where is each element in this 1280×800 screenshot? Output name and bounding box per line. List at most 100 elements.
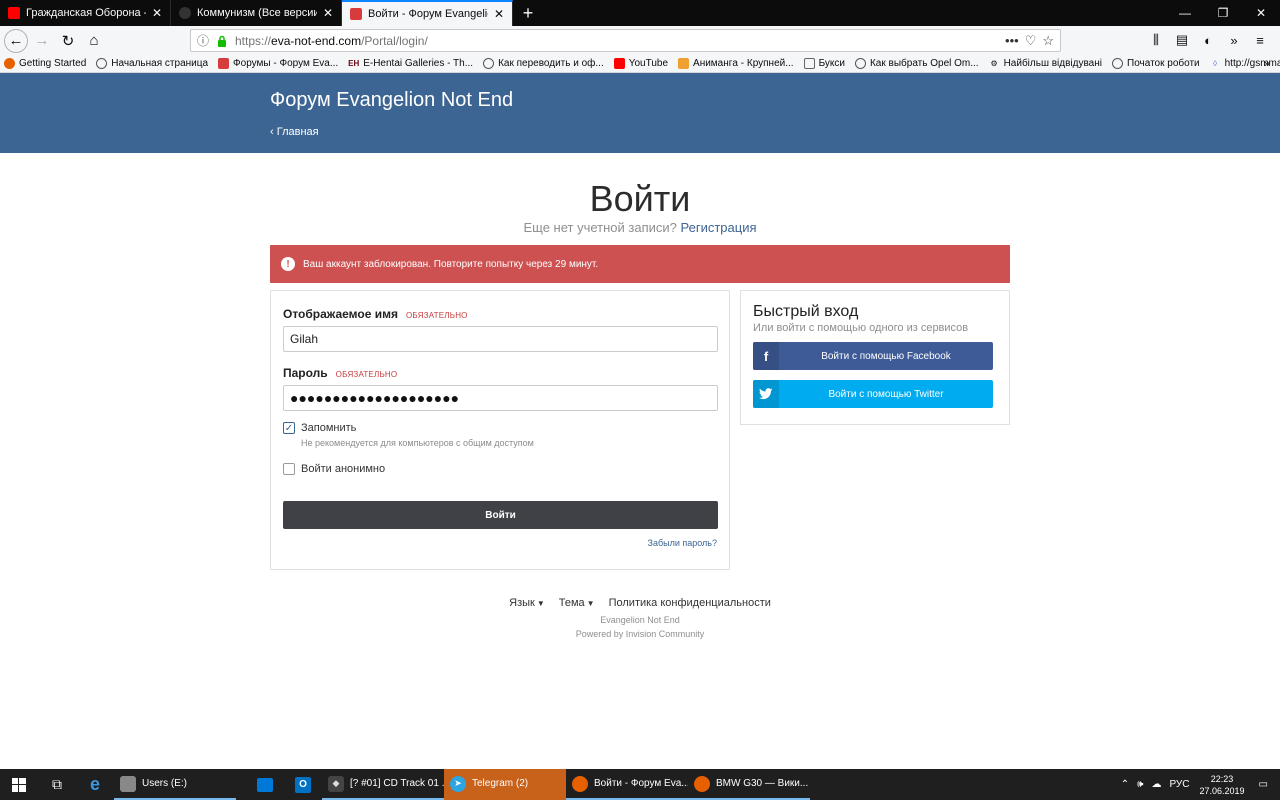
required-badge: обязательно <box>405 311 468 320</box>
globe-icon <box>96 58 108 69</box>
register-prompt: Еще нет учетной записи? Регистрация <box>523 220 757 235</box>
taskbar-item-firefox-login[interactable]: Войти - Форум Eva... <box>566 769 688 800</box>
bookmarks-overflow-icon[interactable]: » <box>1264 55 1270 73</box>
browser-tab[interactable]: Коммунизм (Все версии) в пр ✕ <box>171 0 342 26</box>
browser-tab[interactable]: Гражданская Оборона - Всё Н ✕ <box>0 0 171 26</box>
url-text[interactable]: https://eva-not-end.com/Portal/login/ <box>235 34 1005 48</box>
input-language[interactable]: РУС <box>1169 779 1189 790</box>
password-input[interactable]: ●●●●●●●●●●●●●●●●●●●● <box>283 385 718 411</box>
firefox-icon <box>572 775 588 792</box>
navigation-toolbar: ← → ↻ ⌂ ⓘ https://eva-not-end.com/Portal… <box>0 26 1280 55</box>
taskbar-item-telegram[interactable]: ➤ Telegram (2) <box>444 769 566 800</box>
cloud-icon[interactable]: ☁ <box>1151 779 1161 790</box>
footer-site-name: Evangelion Not End <box>600 615 680 625</box>
anonymous-row[interactable]: Войти анонимно <box>283 463 385 475</box>
page-actions-icon[interactable]: ••• <box>1005 33 1019 49</box>
theme-menu[interactable]: Тема ▼ <box>559 597 595 609</box>
username-label: Отображаемое имя обязательно <box>283 307 468 321</box>
register-link[interactable]: Регистрация <box>681 220 757 235</box>
globe-icon <box>483 58 495 69</box>
overflow-chevron-icon[interactable]: » <box>1224 29 1244 51</box>
bookmark-item[interactable]: YouTube <box>610 55 672 73</box>
close-window-icon[interactable]: ✕ <box>1242 0 1280 26</box>
close-tab-icon[interactable]: ✕ <box>321 6 335 20</box>
address-bar[interactable]: ⓘ https://eva-not-end.com/Portal/login/ … <box>190 29 1061 52</box>
back-to-home-link[interactable]: ‹ Главная <box>270 126 319 138</box>
close-tab-icon[interactable]: ✕ <box>492 7 506 21</box>
reload-icon[interactable]: ↻ <box>56 29 80 53</box>
remember-me-row[interactable]: ✓ Запомнить <box>283 422 356 434</box>
back-arrow-icon[interactable]: ← <box>4 28 28 53</box>
facebook-login-button[interactable]: f Войти с помощью Facebook <box>753 342 993 370</box>
anonymous-label[interactable]: Войти анонимно <box>301 463 385 475</box>
eva-icon <box>218 58 230 69</box>
minimize-icon[interactable]: — <box>1166 0 1204 26</box>
login-submit-button[interactable]: Войти <box>283 501 718 529</box>
powered-by-link[interactable]: Powered by Invision Community <box>0 629 1280 639</box>
eva-favicon-icon <box>350 8 362 20</box>
globe-icon <box>1112 58 1123 69</box>
browser-tab-strip: Гражданская Оборона - Всё Н ✕ Коммунизм … <box>0 0 1280 26</box>
youtube-icon <box>8 7 20 19</box>
site-favicon-icon <box>179 7 191 19</box>
outlook-icon[interactable]: O <box>284 769 322 800</box>
anonymous-checkbox[interactable] <box>283 463 295 475</box>
clock[interactable]: 22:23 27.06.2019 <box>1200 773 1245 797</box>
bookmark-item[interactable]: ⚙ Найбільш відвідувані <box>985 55 1106 73</box>
forward-arrow-icon[interactable]: → <box>30 29 54 53</box>
bookmark-item[interactable]: Начальная страница <box>92 55 212 73</box>
info-icon[interactable]: ⓘ <box>197 32 213 49</box>
remember-me-label[interactable]: Запомнить <box>301 422 356 434</box>
taskbar-item-firefox-bmw[interactable]: BMW G30 — Вики... <box>688 769 810 800</box>
bookmark-folder[interactable]: Букси <box>800 55 849 73</box>
sidebar-icon[interactable]: ▤ <box>1172 29 1192 51</box>
pocket-icon[interactable]: ♡ <box>1025 33 1037 49</box>
twitter-icon <box>753 380 779 408</box>
quick-login-title: Быстрый вход <box>753 303 859 320</box>
task-view-icon[interactable]: ⧉ <box>38 769 76 800</box>
diamond-icon: ◊ <box>1213 59 1218 68</box>
tab-title: Войти - Форум Evangelion Not <box>368 8 488 20</box>
taskbar-item-foobar[interactable]: ◆ [? #01] CD Track 01 ... <box>322 769 444 800</box>
error-alert: ! Ваш аккаунт заблокирован. Повторите по… <box>270 245 1010 283</box>
remember-me-checkbox[interactable]: ✓ <box>283 422 295 434</box>
restore-icon[interactable]: ❐ <box>1204 0 1242 26</box>
bookmark-item[interactable]: EH E-Hentai Galleries - Th... <box>344 55 477 73</box>
window-controls: — ❐ ✕ <box>1166 0 1280 26</box>
gear-icon: ⚙ <box>990 59 998 68</box>
close-tab-icon[interactable]: ✕ <box>150 6 164 20</box>
firefox-icon <box>694 775 710 792</box>
bookmark-item[interactable]: Как переводить и оф... <box>479 55 608 73</box>
store-icon[interactable] <box>246 769 284 800</box>
forgot-password-link[interactable]: Забыли пароль? <box>648 538 717 548</box>
bookmark-item[interactable]: Анимангa - Крупней... <box>674 55 798 73</box>
bookmark-star-icon[interactable]: ☆ <box>1042 33 1054 49</box>
lock-icon[interactable] <box>215 34 229 48</box>
site-title[interactable]: Форум Evangelion Not End <box>270 89 513 112</box>
page-title: Войти <box>589 178 691 219</box>
bookmark-item[interactable]: Початок роботи <box>1108 55 1204 73</box>
bookmark-item[interactable]: Getting Started <box>0 55 90 73</box>
bookmark-item[interactable]: Как выбрать Opel Om... <box>851 55 983 73</box>
home-icon[interactable]: ⌂ <box>82 29 106 53</box>
extension-icon[interactable]: ◐ <box>1198 29 1218 51</box>
taskbar-item-explorer[interactable]: Users (E:) <box>114 769 236 800</box>
new-tab-button[interactable]: + <box>513 0 543 26</box>
bookmarks-toolbar: Getting Started Начальная страница Форум… <box>0 55 1280 73</box>
browser-tab-active[interactable]: Войти - Форум Evangelion Not ✕ <box>342 0 513 26</box>
edge-icon[interactable]: e <box>76 769 114 800</box>
tab-title: Коммунизм (Все версии) в пр <box>197 7 317 19</box>
remember-me-hint: Не рекомендуется для компьютеров с общим… <box>301 438 534 448</box>
library-icon[interactable]: ⫼ <box>1146 29 1166 51</box>
menu-icon[interactable]: ≡ <box>1250 29 1270 51</box>
username-input[interactable]: Gilah <box>283 326 718 352</box>
drive-icon <box>120 775 136 792</box>
bookmark-item[interactable]: Форумы - Форум Eva... <box>214 55 342 73</box>
volume-icon[interactable]: 🕪 <box>1137 779 1143 790</box>
privacy-policy-link[interactable]: Политика конфиденциальности <box>609 597 771 609</box>
twitter-login-button[interactable]: Войти с помощью Twitter <box>753 380 993 408</box>
chevron-up-icon[interactable]: ⌃ <box>1121 779 1129 790</box>
windows-start-icon[interactable] <box>0 769 38 800</box>
language-menu[interactable]: Язык ▼ <box>509 597 545 609</box>
notifications-icon[interactable]: ▭ <box>1259 779 1268 790</box>
